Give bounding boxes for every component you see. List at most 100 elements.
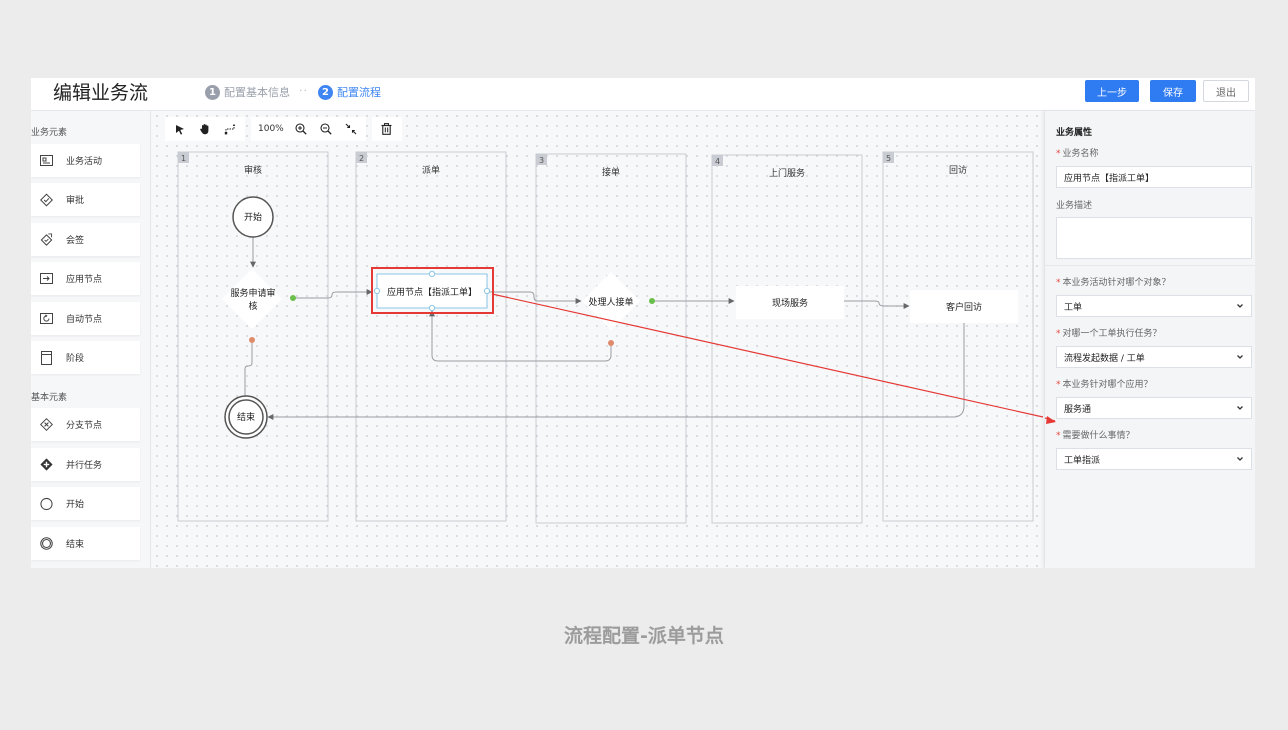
page-title: 编辑业务流 [53, 82, 149, 104]
palette-item-activity[interactable]: 业务活动 [31, 144, 140, 177]
start-node[interactable]: 开始 [232, 196, 274, 238]
palette-item-label: 并行任务 [66, 461, 103, 471]
handler-gateway[interactable]: 处理人接单 [582, 272, 655, 346]
end-icon [40, 537, 53, 550]
output-port-success[interactable] [649, 298, 655, 304]
lane-4[interactable]: 4 上门服务 [711, 154, 863, 524]
select-value: 流程发起数据 / 工单 [1064, 353, 1145, 364]
q1-label: * 本业务活动针对哪个对象？ [1056, 278, 1171, 288]
countersign-icon [40, 233, 53, 246]
lane-2[interactable]: 2 派单 [355, 151, 507, 522]
step-config-flow[interactable]: 2 配置流程 [318, 84, 381, 100]
lane-title: 派单 [422, 164, 440, 176]
save-button[interactable]: 保存 [1150, 80, 1196, 102]
select-value: 工单指派 [1064, 455, 1101, 466]
palette-item-label: 会签 [66, 236, 85, 246]
approve-icon [40, 193, 53, 206]
palette-item-countersign[interactable]: 会签 [31, 223, 140, 256]
palette-item-label: 阶段 [66, 354, 85, 364]
header-bar: 编辑业务流 1 配置基本信息 ·· 2 配置流程 上一步 保存 退出 [31, 78, 1255, 111]
output-port-reject[interactable] [249, 337, 255, 343]
exit-button[interactable]: 退出 [1203, 80, 1249, 102]
output-port-reject[interactable] [608, 340, 614, 346]
lane-title: 接单 [602, 166, 620, 178]
step-separator: ·· [299, 84, 308, 97]
step-number: 2 [318, 84, 333, 100]
chevron-down-icon [1237, 355, 1243, 359]
dispatch-label: 应用节点【指派工单】 [387, 286, 477, 298]
dispatch-node[interactable]: 应用节点【指派工单】 [371, 267, 494, 314]
branch-icon [40, 418, 53, 431]
edge-onsite-revisit[interactable] [844, 300, 910, 309]
revisit-node[interactable]: 客户回访 [910, 290, 1018, 323]
select-value: 工单 [1064, 302, 1083, 313]
palette-item-auto-node[interactable]: 自动节点 [31, 302, 140, 335]
palette-item-label: 结束 [66, 540, 85, 550]
lane-number: 3 [539, 156, 544, 165]
review-gateway[interactable]: 服务申请审 核 [222, 269, 296, 343]
flow-canvas[interactable]: 100% 1 审核 2 派单 3 接单 4 上门服务 5 回访 开始 服务申请审… [152, 111, 1043, 568]
select-value: 服务通 [1064, 404, 1092, 415]
start-icon [40, 497, 53, 510]
target-workorder-select[interactable]: 流程发起数据 / 工单 [1056, 346, 1252, 368]
palette-item-label: 应用节点 [66, 275, 103, 285]
palette-item-approve[interactable]: 审批 [31, 183, 140, 216]
palette-item-end[interactable]: 结束 [31, 527, 140, 560]
q2-label: * 对哪一个工单执行任务？ [1056, 329, 1162, 339]
output-port-success[interactable] [290, 295, 296, 301]
end-label: 结束 [237, 411, 255, 423]
target-object-select[interactable]: 工单 [1056, 295, 1252, 317]
palette-item-stage[interactable]: 阶段 [31, 341, 140, 374]
business-name-input[interactable]: 应用节点【指派工单】 [1056, 166, 1252, 188]
palette-item-label: 开始 [66, 500, 85, 510]
target-app-select[interactable]: 服务通 [1056, 397, 1252, 419]
lane-number: 2 [359, 154, 364, 163]
lane-3[interactable]: 3 接单 [535, 153, 687, 524]
flow-connections [242, 237, 965, 420]
q4-label: * 需要做什么事情？ [1056, 431, 1135, 441]
parallel-icon [40, 458, 53, 471]
step-number: 1 [205, 84, 220, 100]
onsite-label: 现场服务 [772, 297, 808, 309]
q3-label: * 本业务针对哪个应用？ [1056, 380, 1153, 390]
end-node[interactable]: 结束 [224, 395, 268, 439]
palette-item-start[interactable]: 开始 [31, 487, 140, 520]
palette-item-parallel[interactable]: 并行任务 [31, 448, 140, 481]
activity-icon [40, 154, 53, 167]
chevron-down-icon [1237, 406, 1243, 410]
step-label: 配置基本信息 [224, 86, 290, 99]
action-select[interactable]: 工单指派 [1056, 448, 1252, 470]
section-divider [1045, 265, 1255, 266]
lane-number: 5 [886, 154, 891, 163]
lane-number: 1 [181, 154, 186, 163]
desc-label: 业务描述 [1056, 201, 1093, 211]
app-node-icon [40, 272, 53, 285]
app-window: 编辑业务流 1 配置基本信息 ·· 2 配置流程 上一步 保存 退出 业务元素 … [31, 78, 1255, 568]
properties-panel: 业务属性 * 业务名称 应用节点【指派工单】 业务描述 * 本业务活动针对哪个对象？… [1044, 111, 1255, 568]
palette-item-branch[interactable]: 分支节点 [31, 408, 140, 441]
resize-handle[interactable] [428, 270, 436, 278]
revisit-label: 客户回访 [946, 301, 982, 313]
edge-handler-back-dispatch[interactable] [429, 310, 612, 362]
prev-step-button[interactable]: 上一步 [1085, 80, 1139, 102]
step-basic-info[interactable]: 1 配置基本信息 [205, 84, 290, 100]
business-desc-textarea[interactable] [1056, 217, 1252, 259]
name-label: * 业务名称 [1056, 149, 1099, 159]
review-label-line1: 服务申请审 [230, 287, 275, 299]
lane-number: 4 [715, 157, 720, 166]
start-label: 开始 [244, 211, 262, 223]
resize-handle[interactable] [428, 304, 436, 312]
edge-revisit-end[interactable] [267, 322, 965, 420]
edge-review-dispatch[interactable] [293, 289, 373, 299]
onsite-service-node[interactable]: 现场服务 [736, 286, 844, 319]
edge-review-end[interactable] [242, 343, 253, 403]
lane-5[interactable]: 5 回访 [882, 151, 1034, 522]
resize-handle[interactable] [483, 287, 491, 295]
chevron-down-icon [1237, 457, 1243, 461]
palette-item-app-node[interactable]: 应用节点 [31, 262, 140, 295]
palette-item-label: 分支节点 [66, 421, 103, 431]
resize-handle[interactable] [373, 287, 381, 295]
handler-label: 处理人接单 [588, 296, 633, 308]
lane-title: 回访 [949, 165, 967, 176]
palette-group-basic: 基本元素 [31, 393, 68, 403]
